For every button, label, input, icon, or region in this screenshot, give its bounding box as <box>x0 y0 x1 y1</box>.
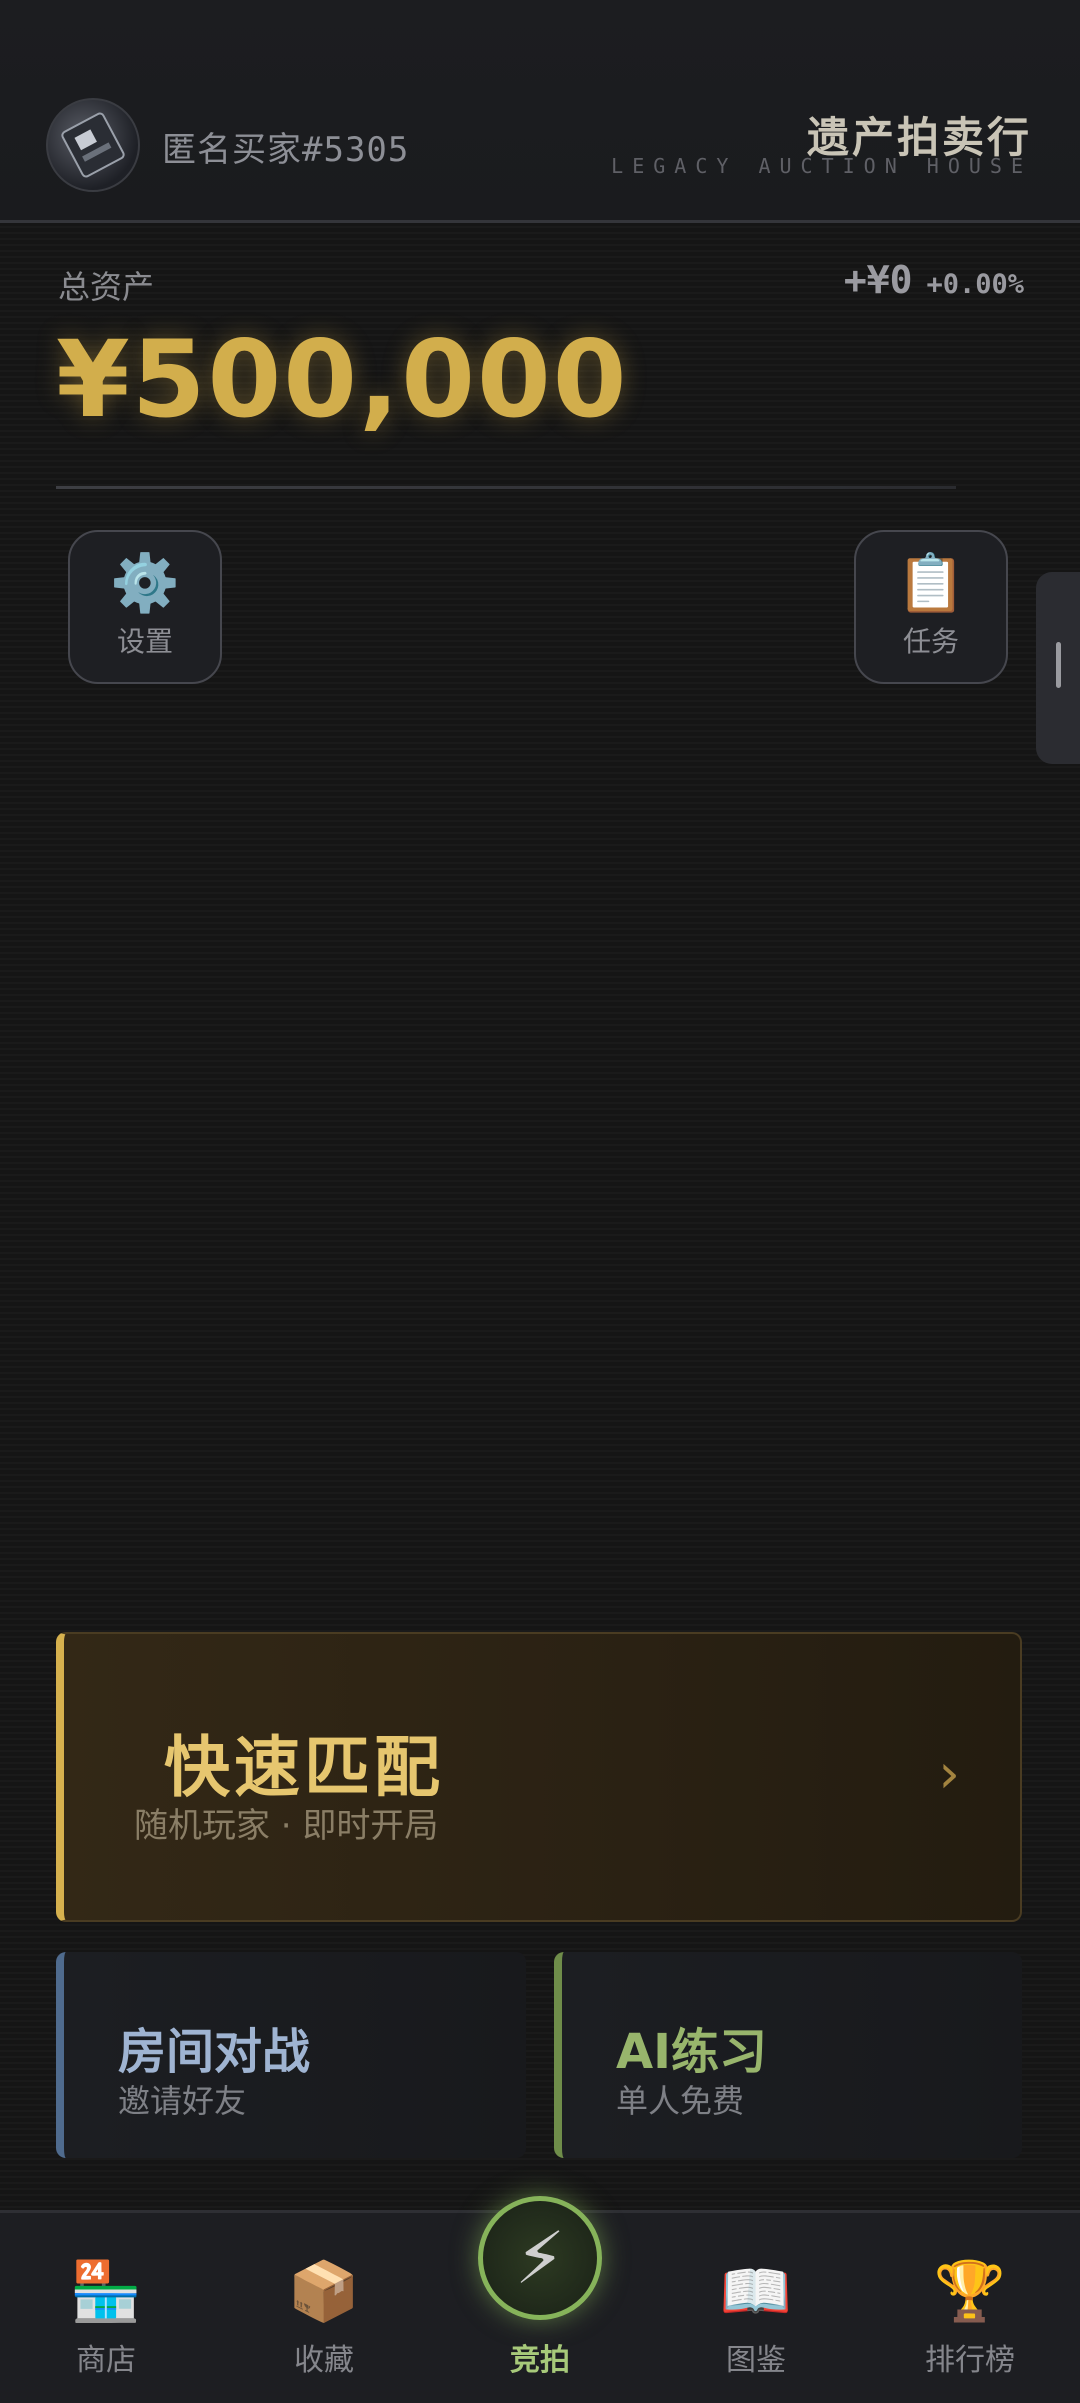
settings-label: 设置 <box>116 625 173 658</box>
nav-label-auction: 竞拍 <box>510 2343 570 2378</box>
brand-subtitle: LEGACY AUCTION HOUSE <box>611 154 1032 178</box>
room-battle-button[interactable]: 房间对战 邀请好友 <box>56 1952 526 2158</box>
box-icon: 📦 <box>287 2257 361 2325</box>
ai-practice-button[interactable]: AI练习 单人免费 <box>554 1952 1022 2158</box>
total-assets-label: 总资产 <box>58 268 155 306</box>
divider <box>56 486 956 489</box>
assets-delta-percent: +0.00% <box>926 269 1024 300</box>
room-battle-subtitle: 邀请好友 <box>118 2082 247 2120</box>
nav-item-shop[interactable]: 🏪 商店 <box>16 2213 196 2403</box>
chevron-right-icon: › <box>938 1742 960 1805</box>
nav-label-leaderboard: 排行榜 <box>925 2343 1015 2378</box>
nav-item-leaderboard[interactable]: 🏆 排行榜 <box>880 2213 1060 2403</box>
quick-match-title: 快速匹配 <box>164 1729 444 1806</box>
quick-match-subtitle: 随机玩家 · 即时开局 <box>134 1806 439 1846</box>
username: 匿名买家#5305 <box>162 130 410 170</box>
gear-icon: ⚙️ <box>110 551 180 616</box>
nav-item-catalog[interactable]: 📖 图鉴 <box>666 2213 846 2403</box>
nav-item-collection[interactable]: 📦 收藏 <box>234 2213 414 2403</box>
shop-icon: 🏪 <box>69 2257 143 2325</box>
book-icon: 📖 <box>719 2257 793 2325</box>
nav-label-catalog: 图鉴 <box>726 2343 786 2378</box>
assets-delta-amount: +¥0 <box>843 258 913 302</box>
auction-center-button[interactable]: ⚡ <box>478 2196 602 2320</box>
tasks-button[interactable]: 📋 任务 <box>854 530 1008 684</box>
total-assets-value: ¥500,000 <box>56 318 629 441</box>
side-drawer-handle[interactable] <box>1036 572 1080 764</box>
clipboard-icon: 📋 <box>896 551 966 616</box>
avatar-image <box>61 112 125 178</box>
avatar[interactable] <box>46 98 140 192</box>
nav-label-shop: 商店 <box>76 2343 136 2378</box>
grip-icon <box>1056 642 1061 688</box>
lightning-icon: ⚡ <box>514 2216 566 2300</box>
tasks-label: 任务 <box>902 625 959 658</box>
settings-button[interactable]: ⚙️ 设置 <box>68 530 222 684</box>
trophy-icon: 🏆 <box>933 2257 1007 2325</box>
ai-practice-subtitle: 单人免费 <box>616 2082 745 2120</box>
assets-delta: +¥0 +0.00% <box>844 258 1024 302</box>
top-header: 匿名买家#5305 遗产拍卖行 LEGACY AUCTION HOUSE <box>0 0 1080 223</box>
nav-label-collection: 收藏 <box>294 2343 354 2378</box>
room-battle-title: 房间对战 <box>118 2024 311 2080</box>
ai-practice-title: AI练习 <box>616 2024 768 2080</box>
quick-match-button[interactable]: 快速匹配 随机玩家 · 即时开局 › <box>56 1632 1022 1922</box>
